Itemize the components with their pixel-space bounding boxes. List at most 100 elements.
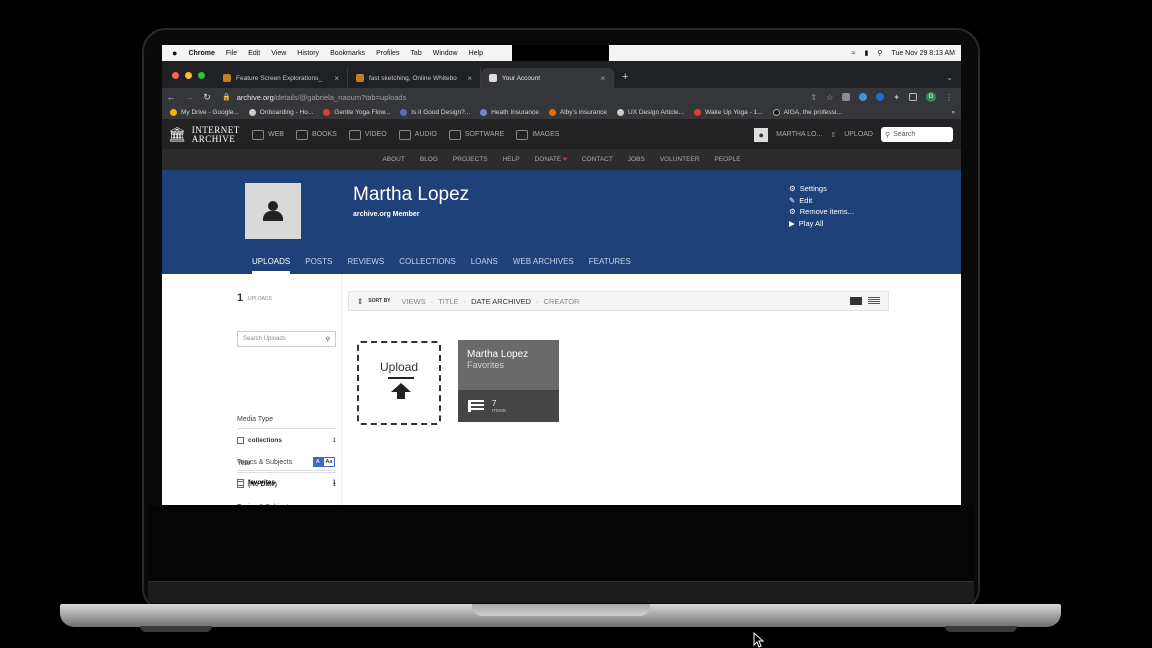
remove-items-link[interactable]: ⚙ Remove items... — [789, 206, 854, 218]
clock[interactable]: Tue Nov 29 8:13 AM — [891, 50, 955, 57]
back-icon[interactable]: ← — [162, 92, 180, 102]
nav-video[interactable]: VIDEO — [348, 129, 387, 140]
tab-uploads[interactable]: UPLOADS — [252, 257, 291, 274]
search-input[interactable]: ⚲ Search — [881, 127, 953, 142]
subnav-donate[interactable]: DONATE ♥ — [535, 156, 567, 163]
nav-images[interactable]: IMAGES — [516, 129, 559, 140]
tab-loans[interactable]: LOANS — [471, 257, 498, 274]
sidebar-icon[interactable] — [909, 93, 917, 101]
subnav-jobs[interactable]: JOBS — [628, 156, 645, 163]
minimize-window-button[interactable] — [185, 72, 192, 79]
facet-toggle-visible[interactable]: A Aa — [313, 457, 336, 467]
nav-software[interactable]: SOFTWARE — [448, 129, 504, 140]
menu-tab[interactable]: Tab — [410, 50, 421, 57]
ia-logo[interactable]: 🏛 INTERNET ARCHIVE — [162, 125, 252, 144]
tab-web-archives[interactable]: WEB ARCHIVES — [513, 257, 574, 274]
close-tab-icon[interactable]: × — [334, 74, 339, 83]
sort-date-archived[interactable]: DATE ARCHIVED — [471, 297, 531, 306]
subnav-people[interactable]: PEOPLE — [715, 156, 741, 163]
tab-title: Your Account — [502, 74, 541, 82]
bookmark-item[interactable]: Heath Insurance — [480, 109, 539, 116]
upload-link[interactable]: UPLOAD — [844, 131, 873, 138]
close-window-button[interactable] — [172, 72, 179, 79]
subnav-blog[interactable]: BLOG — [420, 156, 438, 163]
user-menu[interactable]: MARTHA LO... — [776, 131, 822, 138]
nav-books[interactable]: BOOKS — [295, 129, 337, 140]
tab-collections[interactable]: COLLECTIONS — [399, 257, 455, 274]
close-tab-icon[interactable]: × — [467, 74, 472, 83]
more-icon[interactable]: ⋮ — [945, 93, 953, 102]
search-uploads-input[interactable]: Search Uploads ⚲ — [237, 331, 336, 347]
star-icon[interactable]: ☆ — [826, 93, 833, 102]
search-icon[interactable]: ⚲ — [326, 336, 330, 343]
toggle-aa-visible[interactable]: Aa — [322, 457, 336, 467]
menu-bookmarks[interactable]: Bookmarks — [330, 50, 365, 57]
more-bookmarks-button[interactable]: » — [951, 109, 961, 116]
menu-window[interactable]: Window — [433, 50, 458, 57]
zoom-window-button[interactable] — [198, 72, 205, 79]
subnav-about[interactable]: ABOUT — [382, 156, 404, 163]
sidebar-divider — [341, 274, 342, 504]
share-icon[interactable]: ⇧ — [810, 93, 817, 102]
collection-tile[interactable]: Martha Lopez Favorites 7 ITEMS — [458, 340, 559, 422]
battery-icon[interactable]: ▮ — [864, 49, 868, 57]
extension-icon[interactable] — [859, 93, 868, 101]
chevron-down-icon[interactable]: ⌄ — [946, 73, 961, 88]
menu-app[interactable]: Chrome — [188, 50, 214, 57]
facet-row[interactable]: collections 1 — [237, 437, 336, 444]
facet-row-favorites[interactable]: favorites 1 — [237, 479, 336, 486]
bookmark-item[interactable]: Wake Up Yoga - 1... — [694, 109, 763, 116]
forward-icon[interactable]: → — [180, 92, 198, 102]
tab-feature-screen[interactable]: Feature Screen Explorations_ × — [215, 68, 348, 88]
menu-profiles[interactable]: Profiles — [376, 50, 399, 57]
sort-views[interactable]: VIEWS — [402, 297, 426, 306]
bookmark-item[interactable]: Alby's insurance — [548, 109, 607, 116]
subnav-contact[interactable]: CONTACT — [582, 156, 613, 163]
tab-reviews[interactable]: REVIEWS — [347, 257, 384, 274]
wifi-icon[interactable]: ≈ — [852, 50, 856, 57]
close-tab-icon[interactable]: × — [600, 74, 605, 83]
bookmark-item[interactable]: My Drive - Google... — [170, 109, 239, 116]
tab-posts[interactable]: POSTS — [305, 257, 332, 274]
menu-history[interactable]: History — [297, 50, 319, 57]
bookmark-item[interactable]: UX Design Article... — [617, 109, 684, 116]
toggle-a-visible[interactable]: A — [313, 457, 323, 467]
menu-edit[interactable]: Edit — [248, 50, 260, 57]
new-tab-button[interactable]: + — [614, 71, 636, 88]
play-all-link[interactable]: ▶ Play All — [789, 218, 854, 230]
extension-icon[interactable] — [876, 93, 885, 101]
profile-avatar[interactable]: G — [926, 92, 936, 102]
bookmark-item[interactable]: Onboarding - Ho... — [248, 109, 313, 116]
nav-audio[interactable]: AUDIO — [398, 129, 437, 140]
list-view-icon[interactable] — [868, 297, 880, 305]
user-avatar[interactable]: ● — [754, 127, 769, 142]
tab-your-account[interactable]: Your Account × — [481, 68, 614, 88]
search-icon[interactable]: ⚲ — [877, 49, 882, 57]
search-uploads-placeholder: Search Uploads — [243, 336, 286, 342]
apple-icon[interactable]: ● — [172, 48, 177, 58]
subnav-volunteer[interactable]: VOLUNTEER — [660, 156, 700, 163]
bookmark-item[interactable]: Gentle Yoga Flow... — [323, 109, 390, 116]
address-bar[interactable]: 🔒 archive.org/details/@gabriela_naoum?ta… — [222, 93, 804, 102]
settings-link[interactable]: ⚙ Settings — [789, 183, 854, 195]
subnav-projects[interactable]: PROJECTS — [453, 156, 488, 163]
reload-icon[interactable]: ↻ — [198, 92, 216, 103]
upload-tile[interactable]: Upload — [357, 341, 441, 425]
puzzle-icon[interactable]: ✦ — [893, 93, 900, 102]
checkbox[interactable] — [237, 437, 244, 444]
menu-help[interactable]: Help — [469, 50, 483, 57]
menu-file[interactable]: File — [226, 50, 237, 57]
edit-link[interactable]: ✎ Edit — [789, 195, 854, 207]
nav-web[interactable]: WEB — [252, 129, 284, 140]
tab-features[interactable]: FEATURES — [589, 257, 631, 274]
bookmark-item[interactable]: AIGA, the professi... — [772, 109, 842, 116]
extension-icon[interactable] — [842, 93, 851, 101]
sort-title[interactable]: TITLE — [438, 297, 458, 306]
menu-view[interactable]: View — [271, 50, 286, 57]
checkbox[interactable] — [237, 479, 244, 486]
sort-creator[interactable]: CREATOR — [544, 297, 580, 306]
tile-view-icon[interactable] — [850, 297, 862, 305]
subnav-help[interactable]: HELP — [503, 156, 520, 163]
bookmark-item[interactable]: Is it Good Design?... — [400, 109, 470, 116]
tab-fast-sketching[interactable]: fast sketching, Online Whitebo × — [348, 68, 481, 88]
